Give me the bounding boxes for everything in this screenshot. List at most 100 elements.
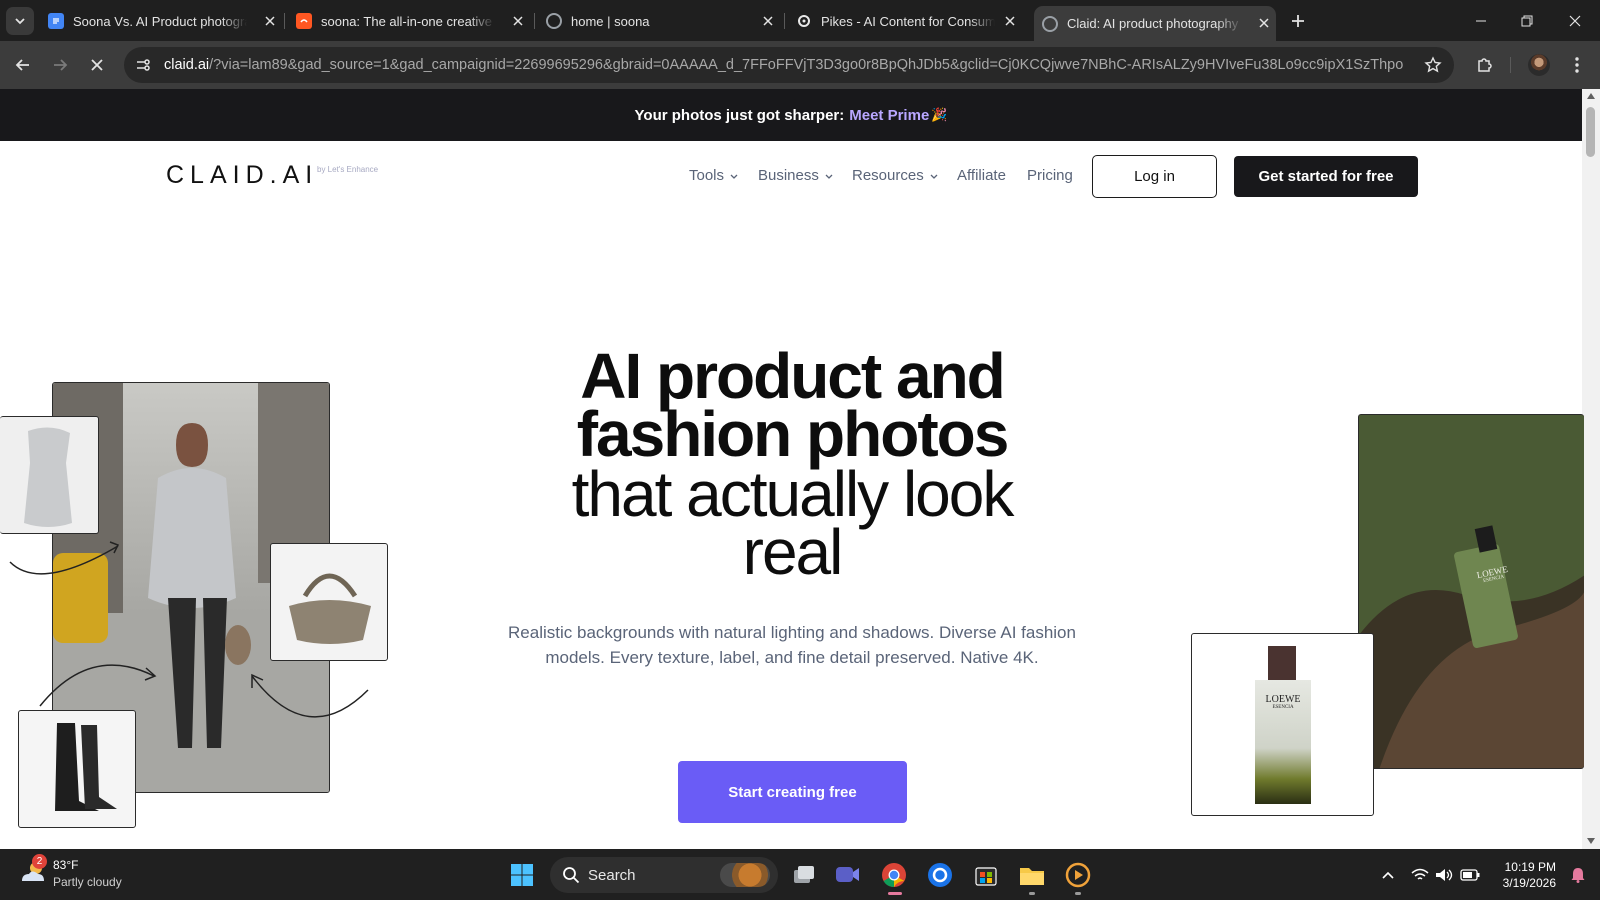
scrollbar-thumb[interactable] (1586, 107, 1595, 157)
clock-time: 10:19 PM (1504, 860, 1556, 874)
nav-resources[interactable]: Resources (852, 167, 938, 184)
brand-label: LOEWE (1265, 694, 1301, 705)
taskbar-app-explorer[interactable] (1016, 859, 1048, 895)
get-started-button[interactable]: Get started for free (1234, 156, 1418, 197)
profile-avatar[interactable] (1524, 50, 1554, 80)
arrow-right-icon (54, 59, 68, 71)
globe-icon (546, 13, 562, 29)
taskbar-search[interactable]: Search (550, 857, 778, 893)
browser-tab-bar: Soona Vs. AI Product photography soona: … (0, 0, 1600, 41)
running-indicator (1029, 892, 1035, 895)
announcement-text: Your photos just got sharper: (634, 106, 845, 124)
announcement-bar: Your photos just got sharper: Meet Prime… (0, 89, 1582, 141)
tab-soona-creative[interactable]: soona: The all-in-one creative p (296, 6, 530, 36)
bell-icon (1571, 868, 1585, 883)
close-icon[interactable] (1002, 13, 1018, 29)
weather-temp: 83°F (53, 858, 79, 872)
clock-date: 3/19/2026 (1502, 876, 1556, 890)
stop-loading-button[interactable] (82, 50, 112, 80)
show-hidden-icons-button[interactable] (1372, 859, 1404, 891)
video-chat-icon (836, 867, 859, 882)
taskbar-app-meet[interactable] (832, 859, 864, 891)
google-docs-icon (48, 13, 64, 29)
nav-affiliate-label: Affiliate (957, 167, 1006, 184)
close-icon[interactable] (760, 13, 776, 29)
store-icon (975, 867, 997, 886)
extensions-button[interactable] (1470, 50, 1500, 80)
hero-heading-bold: AI product and fashion photos (480, 344, 1104, 470)
search-highlight-image (720, 863, 770, 887)
tab-home-soona[interactable]: home | soona (546, 6, 780, 36)
perfume-product-thumb: LOEWE ESENCIA (1191, 633, 1374, 816)
wifi-icon (1411, 868, 1429, 880)
url-domain: claid.ai (164, 57, 210, 73)
restore-icon (1521, 15, 1533, 26)
plus-icon (1292, 15, 1304, 27)
hero-heading-light: that actually look real (480, 462, 1104, 584)
tab-soona-vs-ai[interactable]: Soona Vs. AI Product photography (48, 6, 282, 36)
taskbar-app-store[interactable] (970, 859, 1002, 891)
nav-tools[interactable]: Tools (689, 167, 738, 184)
logo-byline: by Let's Enhance (317, 165, 379, 174)
chevron-down-icon (730, 174, 738, 179)
taskbar-clock[interactable]: 10:19 PM 3/19/2026 (1486, 859, 1556, 891)
site-navbar: CLAID.AI by Let's Enhance Tools Business… (0, 141, 1582, 211)
page-scrollbar[interactable] (1582, 89, 1600, 849)
battery-status[interactable] (1454, 859, 1486, 891)
new-tab-button[interactable] (1282, 5, 1314, 37)
task-view-button[interactable] (788, 859, 820, 891)
claid-logo[interactable]: CLAID.AI (166, 161, 318, 190)
task-view-icon (794, 866, 814, 883)
folder-icon (1020, 868, 1044, 885)
soona-icon (296, 13, 312, 29)
dress-product-thumb (0, 416, 99, 534)
tab-title: Soona Vs. AI Product photography (73, 13, 247, 29)
site-settings-icon[interactable] (134, 56, 152, 79)
more-vertical-icon (1575, 57, 1579, 73)
meet-prime-link[interactable]: Meet Prime (849, 107, 929, 124)
close-icon[interactable] (262, 13, 278, 29)
arrow-left-icon (15, 59, 29, 71)
close-icon (1569, 15, 1581, 26)
tab-pikes[interactable]: Pikes - AI Content for Consume (796, 6, 1022, 36)
url-text[interactable]: claid.ai/?via=lam89&gad_source=1&gad_cam… (164, 57, 1404, 73)
blue-app-icon (928, 863, 952, 887)
restore-button[interactable] (1504, 0, 1550, 41)
browser-toolbar: claid.ai/?via=lam89&gad_source=1&gad_cam… (0, 41, 1600, 89)
close-icon[interactable] (1256, 15, 1272, 31)
notifications-button[interactable] (1562, 859, 1594, 891)
bookmark-star-icon[interactable] (1424, 56, 1442, 79)
login-button[interactable]: Log in (1092, 155, 1217, 198)
close-icon (91, 59, 103, 71)
chrome-icon (882, 863, 906, 887)
brand-sublabel: ESENCIA (1272, 705, 1294, 710)
windows-taskbar: 2 83°F Partly cloudy Search 10:19 PM 3/1… (0, 849, 1600, 900)
running-indicator (1075, 892, 1081, 895)
taskbar-app-browser[interactable] (924, 859, 956, 891)
close-window-button[interactable] (1552, 0, 1598, 41)
minimize-button[interactable] (1458, 0, 1504, 41)
close-icon[interactable] (510, 13, 526, 29)
active-indicator (888, 892, 902, 895)
taskbar-app-chrome[interactable] (878, 859, 910, 895)
url-path: /?via=lam89&gad_source=1&gad_campaignid=… (209, 57, 1404, 73)
nav-pricing[interactable]: Pricing (1027, 167, 1073, 184)
browser-menu-button[interactable] (1562, 50, 1592, 80)
tab-title: home | soona (571, 13, 650, 29)
taskbar-app-media[interactable] (1062, 859, 1094, 895)
chevron-down-icon (825, 174, 833, 179)
tab-claid-active[interactable]: Claid: AI product photography (1034, 6, 1276, 41)
back-button[interactable] (8, 50, 38, 80)
hero-subtitle: Realistic backgrounds with natural light… (508, 623, 1076, 667)
forward-button[interactable] (45, 50, 75, 80)
tab-search-menu-button[interactable] (6, 7, 34, 35)
start-button[interactable] (506, 859, 538, 891)
start-creating-button[interactable]: Start creating free (678, 761, 907, 823)
hero-line-2: fashion photos (576, 398, 1010, 470)
nav-affiliate[interactable]: Affiliate (957, 167, 1006, 184)
weather-badge: 2 (32, 854, 47, 869)
tab-title: soona: The all-in-one creative p (321, 13, 495, 29)
nav-business[interactable]: Business (758, 167, 833, 184)
address-bar[interactable]: claid.ai/?via=lam89&gad_source=1&gad_cam… (124, 47, 1454, 83)
collage-arrows (9, 541, 369, 718)
